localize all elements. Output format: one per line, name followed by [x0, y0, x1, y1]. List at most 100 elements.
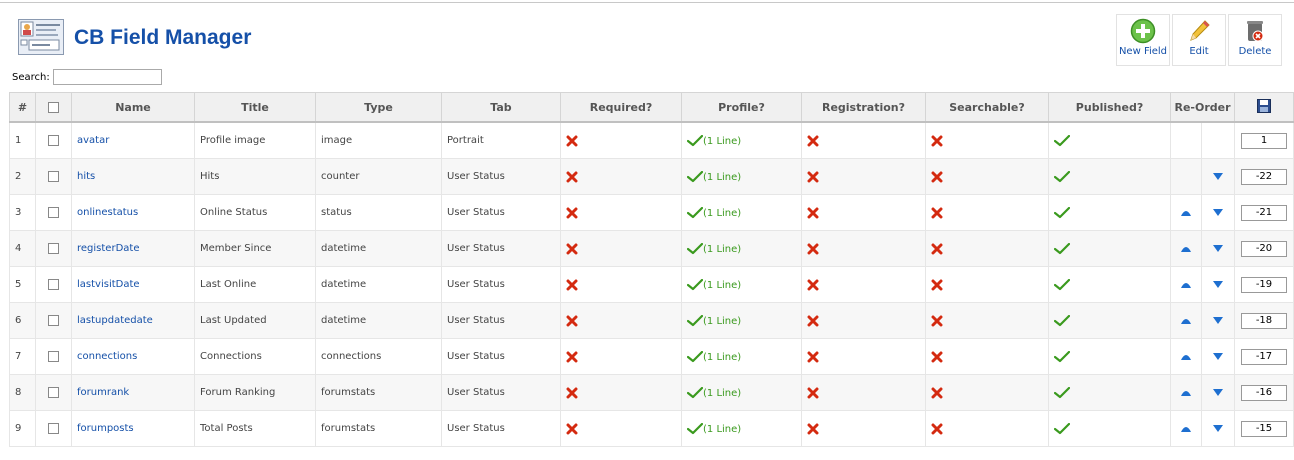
- searchable-toggle-cross-icon[interactable]: [931, 279, 943, 291]
- registration-toggle-cross-icon[interactable]: [807, 135, 819, 147]
- field-name-link[interactable]: onlinestatus: [77, 207, 138, 218]
- order-input[interactable]: [1241, 384, 1287, 401]
- col-header-profile[interactable]: Profile?: [681, 92, 802, 123]
- searchable-toggle-cross-icon[interactable]: [931, 207, 943, 219]
- order-down-icon[interactable]: [1212, 351, 1224, 362]
- col-header-published[interactable]: Published?: [1048, 92, 1171, 123]
- order-down-icon[interactable]: [1212, 387, 1224, 398]
- required-toggle-cross-icon[interactable]: [566, 315, 578, 327]
- registration-toggle-cross-icon[interactable]: [807, 315, 819, 327]
- required-toggle-cross-icon[interactable]: [566, 207, 578, 219]
- row-checkbox[interactable]: [48, 242, 59, 254]
- col-header-required[interactable]: Required?: [560, 92, 682, 123]
- order-up-icon[interactable]: [1180, 207, 1192, 218]
- registration-toggle-cross-icon[interactable]: [807, 423, 819, 435]
- order-up-icon[interactable]: [1180, 387, 1192, 398]
- row-checkbox[interactable]: [48, 134, 59, 146]
- order-down-icon[interactable]: [1212, 423, 1224, 434]
- field-name-link[interactable]: avatar: [77, 135, 109, 146]
- published-toggle-check-icon[interactable]: [1054, 278, 1070, 291]
- order-input[interactable]: [1241, 312, 1287, 329]
- registration-toggle-cross-icon[interactable]: [807, 279, 819, 291]
- order-up-icon[interactable]: [1180, 423, 1192, 434]
- field-name-link[interactable]: lastupdatedate: [77, 315, 153, 326]
- col-header-tab[interactable]: Tab: [441, 92, 561, 123]
- order-input[interactable]: [1241, 168, 1287, 185]
- published-toggle-check-icon[interactable]: [1054, 314, 1070, 327]
- published-toggle-check-icon[interactable]: [1054, 350, 1070, 363]
- required-toggle-cross-icon[interactable]: [566, 243, 578, 255]
- profile-toggle-check-icon[interactable]: [687, 170, 703, 183]
- row-checkbox[interactable]: [48, 422, 59, 434]
- searchable-toggle-cross-icon[interactable]: [931, 135, 943, 147]
- searchable-toggle-cross-icon[interactable]: [931, 243, 943, 255]
- registration-toggle-cross-icon[interactable]: [807, 207, 819, 219]
- field-name-link[interactable]: forumposts: [77, 423, 134, 434]
- required-toggle-cross-icon[interactable]: [566, 423, 578, 435]
- row-checkbox[interactable]: [48, 314, 59, 326]
- col-header-title[interactable]: Title: [194, 92, 316, 123]
- profile-toggle-check-icon[interactable]: [687, 422, 703, 435]
- order-input[interactable]: [1241, 204, 1287, 221]
- profile-toggle-check-icon[interactable]: [687, 206, 703, 219]
- published-toggle-check-icon[interactable]: [1054, 422, 1070, 435]
- order-up-icon[interactable]: [1180, 243, 1192, 254]
- order-up-icon[interactable]: [1180, 279, 1192, 290]
- order-input[interactable]: [1241, 276, 1287, 293]
- searchable-toggle-cross-icon[interactable]: [931, 171, 943, 183]
- delete-button[interactable]: Delete: [1228, 14, 1282, 66]
- order-down-icon[interactable]: [1212, 207, 1224, 218]
- order-up-icon[interactable]: [1180, 315, 1192, 326]
- order-down-icon[interactable]: [1212, 315, 1224, 326]
- searchable-toggle-cross-icon[interactable]: [931, 351, 943, 363]
- row-checkbox[interactable]: [48, 278, 59, 290]
- published-toggle-check-icon[interactable]: [1054, 134, 1070, 147]
- searchable-toggle-cross-icon[interactable]: [931, 387, 943, 399]
- profile-toggle-check-icon[interactable]: [687, 386, 703, 399]
- order-input[interactable]: [1241, 420, 1287, 437]
- required-toggle-cross-icon[interactable]: [566, 135, 578, 147]
- col-header-name[interactable]: Name: [71, 92, 195, 123]
- searchable-toggle-cross-icon[interactable]: [931, 423, 943, 435]
- registration-toggle-cross-icon[interactable]: [807, 351, 819, 363]
- order-down-icon[interactable]: [1212, 171, 1224, 182]
- order-down-icon[interactable]: [1212, 279, 1224, 290]
- row-checkbox[interactable]: [48, 386, 59, 398]
- profile-toggle-check-icon[interactable]: [687, 242, 703, 255]
- col-header-type[interactable]: Type: [315, 92, 442, 123]
- searchable-toggle-cross-icon[interactable]: [931, 315, 943, 327]
- profile-toggle-check-icon[interactable]: [687, 278, 703, 291]
- select-all-checkbox[interactable]: [48, 102, 59, 113]
- published-toggle-check-icon[interactable]: [1054, 206, 1070, 219]
- order-input[interactable]: [1241, 348, 1287, 365]
- field-name-link[interactable]: hits: [77, 171, 95, 182]
- profile-toggle-check-icon[interactable]: [687, 314, 703, 327]
- required-toggle-cross-icon[interactable]: [566, 387, 578, 399]
- col-header-searchable[interactable]: Searchable?: [925, 92, 1049, 123]
- field-name-link[interactable]: registerDate: [77, 243, 139, 254]
- save-order-icon[interactable]: [1257, 98, 1271, 116]
- col-header-reorder[interactable]: Re-Order: [1170, 92, 1235, 123]
- col-header-registration[interactable]: Registration?: [801, 92, 926, 123]
- registration-toggle-cross-icon[interactable]: [807, 387, 819, 399]
- order-input[interactable]: [1241, 240, 1287, 257]
- edit-button[interactable]: Edit: [1172, 14, 1226, 66]
- order-up-icon[interactable]: [1180, 351, 1192, 362]
- published-toggle-check-icon[interactable]: [1054, 242, 1070, 255]
- registration-toggle-cross-icon[interactable]: [807, 243, 819, 255]
- field-name-link[interactable]: lastvisitDate: [77, 279, 140, 290]
- new-field-button[interactable]: New Field: [1116, 14, 1170, 66]
- field-name-link[interactable]: forumrank: [77, 387, 129, 398]
- row-checkbox[interactable]: [48, 170, 59, 182]
- required-toggle-cross-icon[interactable]: [566, 279, 578, 291]
- profile-toggle-check-icon[interactable]: [687, 134, 703, 147]
- profile-toggle-check-icon[interactable]: [687, 350, 703, 363]
- required-toggle-cross-icon[interactable]: [566, 171, 578, 183]
- order-down-icon[interactable]: [1212, 243, 1224, 254]
- published-toggle-check-icon[interactable]: [1054, 170, 1070, 183]
- published-toggle-check-icon[interactable]: [1054, 386, 1070, 399]
- order-input[interactable]: [1241, 132, 1287, 149]
- field-name-link[interactable]: connections: [77, 351, 137, 362]
- required-toggle-cross-icon[interactable]: [566, 351, 578, 363]
- row-checkbox[interactable]: [48, 206, 59, 218]
